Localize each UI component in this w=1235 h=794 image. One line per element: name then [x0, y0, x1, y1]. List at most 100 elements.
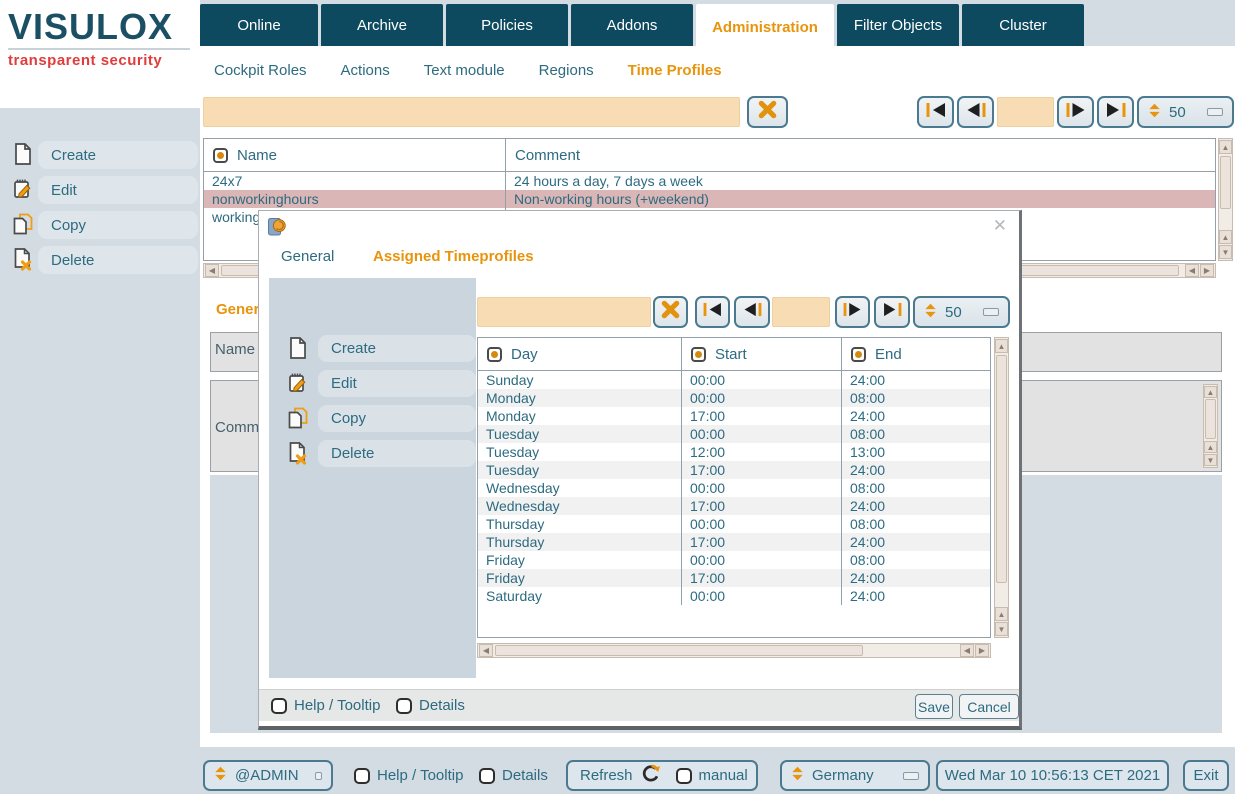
sort-radio-icon[interactable] [851, 347, 866, 362]
scroll-thumb[interactable] [495, 645, 863, 656]
scroll-left-icon[interactable]: ◀ [205, 264, 219, 277]
table-row[interactable]: Tuesday17:0024:00 [478, 461, 990, 479]
user-select[interactable]: @ADMIN [203, 760, 333, 791]
table-row[interactable]: Wednesday17:0024:00 [478, 497, 990, 515]
table-vscrollbar[interactable]: ▲ ▲ ▼ [1218, 138, 1233, 261]
table-row[interactable]: Friday00:0008:00 [478, 551, 990, 569]
scroll-thumb[interactable] [996, 355, 1007, 583]
column-header-end[interactable]: End [842, 338, 990, 370]
subnav-time-profiles[interactable]: Time Profiles [628, 62, 722, 79]
table-row[interactable]: Thursday17:0024:00 [478, 533, 990, 551]
scroll-left-icon[interactable]: ◀ [960, 644, 974, 657]
next-page-button[interactable] [1057, 96, 1094, 128]
cancel-button[interactable]: Cancel [959, 694, 1019, 719]
tab-filter-objects[interactable]: Filter Objects [837, 4, 959, 46]
table-row[interactable]: Wednesday00:0008:00 [478, 479, 990, 497]
dialog-create-button[interactable]: Create [318, 335, 476, 362]
scroll-up-icon[interactable]: ▲ [1219, 230, 1232, 244]
subnav-cockpit-roles[interactable]: Cockpit Roles [214, 62, 307, 79]
scroll-thumb[interactable] [1205, 399, 1216, 439]
create-button[interactable]: Create [38, 141, 198, 169]
scroll-up-icon[interactable]: ▲ [1204, 386, 1217, 398]
table-row[interactable]: Tuesday00:0008:00 [478, 425, 990, 443]
help-tooltip-checkbox[interactable] [271, 698, 287, 714]
tab-policies[interactable]: Policies [446, 4, 568, 46]
last-page-button[interactable] [1097, 96, 1134, 128]
dialog-close-icon[interactable]: ✕ [993, 216, 1007, 236]
table-row[interactable]: Tuesday12:0013:00 [478, 443, 990, 461]
delete-label: Delete [51, 252, 94, 269]
dialog-first-page-button[interactable] [695, 296, 730, 328]
dialog-edit-button[interactable]: Edit [318, 370, 476, 397]
dialog-tab-assigned-timeprofiles[interactable]: Assigned Timeprofiles [373, 248, 534, 265]
table-row[interactable]: 24x7 24 hours a day, 7 days a week [204, 172, 1215, 190]
column-header-start[interactable]: Start [682, 338, 842, 370]
dialog-tab-general[interactable]: General [281, 248, 334, 265]
table-row[interactable]: Friday17:0024:00 [478, 569, 990, 587]
dialog-page-number-input[interactable] [772, 297, 830, 327]
save-button[interactable]: Save [915, 694, 953, 719]
refresh-icon[interactable] [640, 763, 662, 789]
dialog-table-vscrollbar[interactable]: ▲ ▲ ▼ [994, 337, 1009, 638]
scroll-down-icon[interactable]: ▼ [1204, 454, 1217, 466]
subnav-actions[interactable]: Actions [341, 62, 390, 79]
scroll-left-icon[interactable]: ◀ [1185, 264, 1199, 277]
delete-button[interactable]: Delete [38, 246, 198, 274]
scroll-up-icon[interactable]: ▲ [995, 339, 1008, 353]
table-row[interactable]: Saturday00:0024:00 [478, 587, 990, 605]
refresh-button[interactable]: Refresh [580, 767, 633, 784]
scroll-thumb[interactable] [1220, 156, 1231, 209]
dialog-next-page-button[interactable] [835, 296, 870, 328]
dialog-search-input[interactable] [477, 297, 651, 327]
table-row[interactable]: Thursday00:0008:00 [478, 515, 990, 533]
dialog-table-hscrollbar[interactable]: ◀ ◀ ▶ [477, 643, 991, 658]
tab-archive[interactable]: Archive [321, 4, 443, 46]
dialog-clear-search-button[interactable] [653, 296, 688, 328]
scroll-up-icon[interactable]: ▲ [1219, 140, 1232, 154]
scroll-up-icon[interactable]: ▲ [995, 607, 1008, 621]
table-row[interactable]: Monday17:0024:00 [478, 407, 990, 425]
column-header-comment[interactable]: Comment [506, 139, 1215, 171]
sort-radio-icon[interactable] [691, 347, 706, 362]
scroll-up-icon[interactable]: ▲ [1204, 441, 1217, 453]
subnav-regions[interactable]: Regions [539, 62, 594, 79]
dialog-delete-button[interactable]: Delete [318, 440, 476, 467]
dialog-prev-page-button[interactable] [734, 296, 770, 328]
tab-online[interactable]: Online [200, 4, 318, 46]
scroll-down-icon[interactable]: ▼ [995, 622, 1008, 636]
column-label: End [875, 346, 902, 363]
dialog-last-page-button[interactable] [874, 296, 910, 328]
scroll-down-icon[interactable]: ▼ [1219, 245, 1232, 259]
page-size-select[interactable]: 50 [1137, 96, 1234, 128]
dialog-page-size-select[interactable]: 50 [913, 296, 1010, 328]
search-input[interactable] [203, 97, 740, 127]
copy-button[interactable]: Copy [38, 211, 198, 239]
prev-page-button[interactable] [957, 96, 994, 128]
tab-administration[interactable]: Administration [696, 4, 834, 50]
clear-search-button[interactable] [747, 96, 788, 128]
column-header-day[interactable]: Day [478, 338, 682, 370]
table-row[interactable]: Monday00:0008:00 [478, 389, 990, 407]
edit-button[interactable]: Edit [38, 176, 198, 204]
scroll-left-icon[interactable]: ◀ [479, 644, 493, 657]
dialog-copy-button[interactable]: Copy [318, 405, 476, 432]
exit-button[interactable]: Exit [1183, 760, 1229, 791]
details-checkbox[interactable] [396, 698, 412, 714]
scroll-right-icon[interactable]: ▶ [1200, 264, 1214, 277]
sort-radio-icon[interactable] [213, 148, 228, 163]
sort-radio-icon[interactable] [487, 347, 502, 362]
first-page-button[interactable] [917, 96, 954, 128]
table-row[interactable]: Sunday00:0024:00 [478, 371, 990, 389]
region-select[interactable]: Germany [780, 760, 930, 791]
comment-vscrollbar[interactable]: ▲ ▲ ▼ [1203, 384, 1218, 468]
column-header-name[interactable]: Name [204, 139, 506, 171]
table-row-selected[interactable]: nonworkinghours Non-working hours (+week… [204, 190, 1215, 208]
help-tooltip-checkbox[interactable] [354, 768, 370, 784]
scroll-right-icon[interactable]: ▶ [975, 644, 989, 657]
subnav-text-module[interactable]: Text module [424, 62, 505, 79]
tab-cluster[interactable]: Cluster [962, 4, 1084, 46]
page-number-input[interactable] [997, 97, 1054, 127]
tab-addons[interactable]: Addons [571, 4, 693, 46]
manual-checkbox[interactable] [676, 768, 692, 784]
details-checkbox[interactable] [479, 768, 495, 784]
